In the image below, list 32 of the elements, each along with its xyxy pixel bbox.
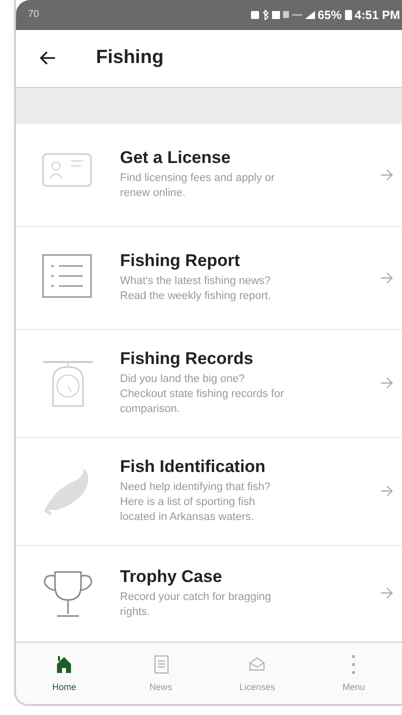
scale-icon [41, 358, 95, 408]
signal-icon [304, 10, 315, 19]
arrow-right-icon [380, 272, 394, 284]
back-arrow-icon [40, 51, 56, 66]
arrow-right-icon [380, 168, 394, 181]
list-item[interactable]: Get a License Find licensing fees and apply or renew online. [16, 124, 402, 227]
arrow-right-icon [380, 377, 394, 390]
nav-tab[interactable]: Home [16, 642, 112, 704]
arrow-right-icon [380, 485, 394, 498]
page-title: Fishing [96, 47, 164, 70]
item-title: Fishing Report [120, 251, 241, 272]
list-item[interactable]: Fish Identification Need help identifying that fish? Here is a list of sporting fish located in Arkansas waters. [16, 438, 402, 546]
battery-percent: 65% [318, 8, 342, 22]
item-description: Did you land the big one? Checkout state fishing records for comparison. [120, 372, 285, 418]
battery-icon [344, 9, 352, 20]
newspaper-icon [152, 654, 170, 674]
bluetooth-icon [262, 10, 269, 20]
item-title: Fish Identification [120, 457, 266, 478]
item-description: Record your catch for bragging rights. [120, 590, 272, 620]
menu-icon [352, 654, 356, 674]
home-icon [55, 654, 74, 674]
item-title: Get a License [120, 148, 232, 168]
item-title: Trophy Case [120, 566, 224, 587]
item-title: Fishing Records [120, 349, 254, 370]
notification-count: 70 [28, 9, 40, 20]
status-time: 4:51 PM [354, 8, 400, 22]
list-item[interactable]: Fishing Report What's the latest fishing news? Read the weekly fishing report. [16, 226, 402, 330]
item-description: What's the latest fishing news? Read the weekly fishing report. [120, 274, 272, 304]
item-description: Find licensing fees and apply or renew online. [120, 171, 276, 202]
item-description: Need help identifying that fish? Here is a list of sporting fish located in Arkansas waters. [120, 480, 272, 526]
arrow-right-icon [380, 587, 394, 600]
list-item[interactable]: Fishing Records Did you land the big one? Checkout state fishing records for comparison. [16, 330, 402, 438]
